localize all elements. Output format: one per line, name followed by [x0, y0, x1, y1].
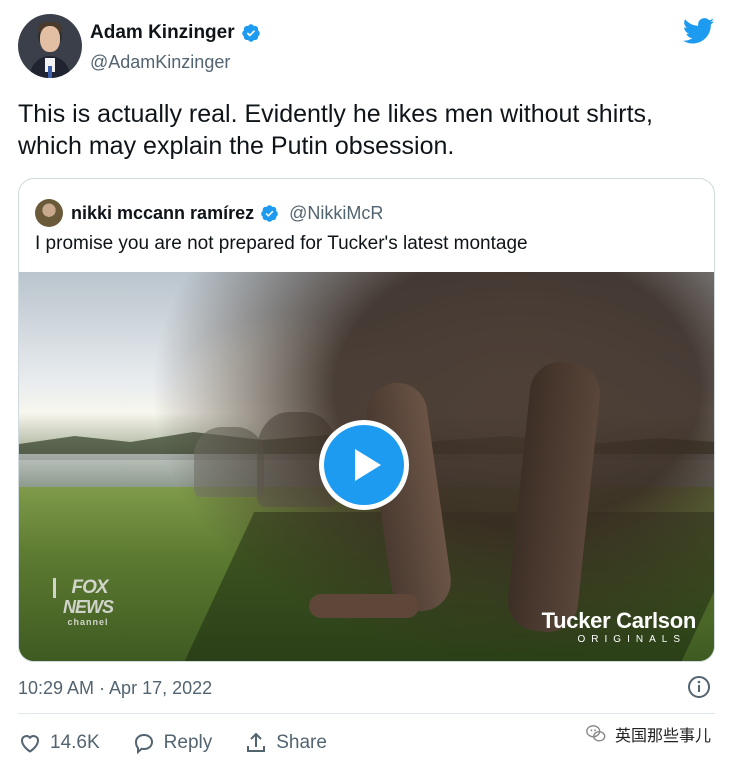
reply-button[interactable]: Reply [132, 731, 213, 755]
share-icon [247, 732, 266, 752]
author-display-name[interactable]: Adam Kinzinger [90, 22, 235, 44]
watermark-text: 英国那些事儿 [614, 728, 711, 745]
play-button[interactable] [319, 420, 409, 510]
quoted-tweet[interactable]: nikki mccann ramírez @NikkiMcR I promise… [18, 178, 715, 662]
twitter-bird-icon[interactable] [683, 18, 715, 44]
quoted-author-avatar[interactable] [35, 199, 63, 227]
fox-logo-line: NEWS [63, 597, 114, 617]
tweet-text-line: which may explain the Putin obsession. [18, 132, 455, 160]
show-title: Tucker Carlson [541, 608, 697, 633]
verified-badge-icon [261, 204, 278, 222]
verified-badge-icon [241, 24, 260, 42]
quoted-tweet-header: nikki mccann ramírez @NikkiMcR [35, 199, 383, 227]
tweet-text: This is actually real. Evidently he like… [18, 98, 708, 162]
video-player[interactable]: FOX NEWS channel Tucker Carlson ORIGINAL… [19, 272, 714, 661]
fox-logo-line: FOX [53, 578, 123, 598]
share-label: Share [276, 732, 327, 753]
reply-icon [134, 733, 153, 755]
tweet-header: Adam Kinzinger @AdamKinzinger [18, 14, 715, 84]
like-button[interactable]: 14.6K [18, 731, 100, 755]
info-icon[interactable] [687, 675, 711, 699]
like-count: 14.6K [50, 732, 100, 753]
share-button[interactable]: Share [244, 731, 327, 755]
author-avatar[interactable] [18, 14, 82, 78]
author-name-row: Adam Kinzinger [90, 22, 261, 44]
watermark: 英国那些事儿 [585, 722, 711, 746]
wechat-icon [586, 725, 606, 742]
show-subtitle: ORIGINALS [577, 634, 686, 645]
tweet-text-line: This is actually real. Evidently he like… [18, 100, 653, 128]
fox-news-logo: FOX NEWS channel [53, 578, 123, 644]
play-icon [324, 425, 404, 505]
tweet-timestamp[interactable]: 10:29 AM · Apr 17, 2022 [18, 678, 212, 699]
quoted-author-handle[interactable]: @NikkiMcR [289, 203, 383, 224]
reply-label: Reply [163, 732, 213, 753]
quoted-tweet-text: I promise you are not prepared for Tucke… [35, 233, 528, 254]
divider [18, 713, 715, 714]
tweet-actions: 14.6K Reply Share [18, 728, 359, 758]
fox-logo-line: channel [67, 617, 109, 627]
quoted-author-display-name[interactable]: nikki mccann ramírez [71, 203, 254, 224]
heart-icon [20, 735, 40, 753]
video-frame-hand [309, 594, 419, 618]
author-handle[interactable]: @AdamKinzinger [90, 52, 230, 73]
